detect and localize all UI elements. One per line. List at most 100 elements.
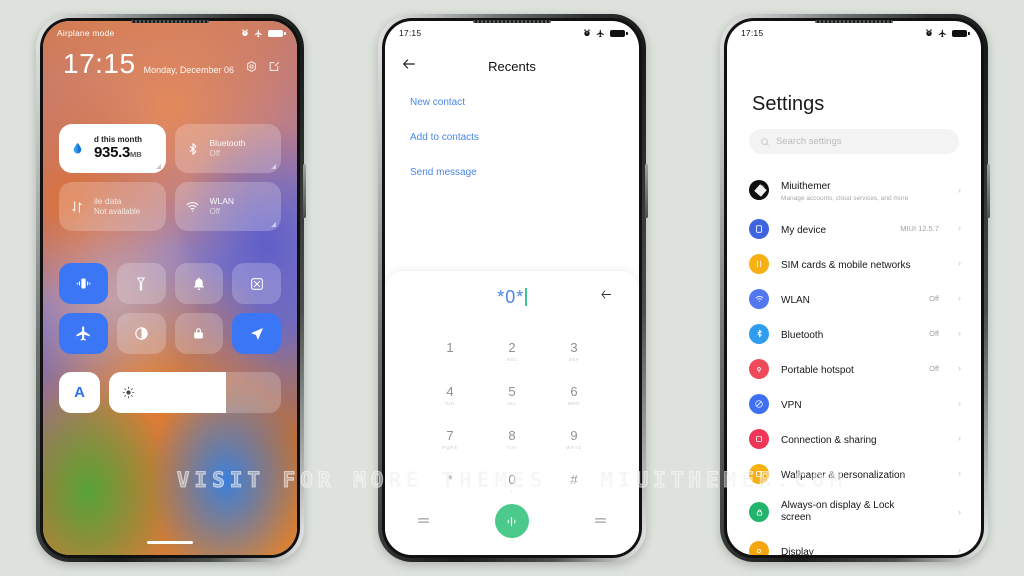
key-digit: 9 [570,427,578,443]
home-indicator[interactable] [147,541,193,544]
key-letters: GHI [445,400,455,406]
menu-icon [418,518,430,523]
settings-row-wallpaper[interactable]: Wallpaper & personalization › [727,456,981,491]
settings-row-main: Always-on display & Lock screen [781,500,927,525]
key-digit: 5 [508,383,516,399]
phone-3-settings: 17:15 Settings Search settings Miuitheme… [720,14,990,562]
settings-row-display[interactable]: Display › [727,533,981,555]
chevron-right-icon: › [958,545,961,555]
key-2[interactable]: 2 ABC [481,329,543,373]
back-button[interactable] [401,56,417,77]
settings-row-label: Wallpaper & personalization [781,469,906,481]
status-icons-3 [925,29,970,38]
lock-icon [194,328,204,339]
earpiece-speaker [815,20,893,23]
settings-row-account[interactable]: Miuithemer Manage accounts, cloud servic… [727,169,981,211]
brightness-row: A [59,372,281,413]
settings-row-value: MIUI 12.5.7 [900,224,939,233]
menu-icon-left[interactable] [417,512,430,530]
settings-row-wlan[interactable]: WLAN Off › [727,281,981,316]
dialpad-keys: 1 2 ABC 3 DEF 4 GHI 5 JKL 6 MNO 7 PQRS 8 TUV 9W… [385,323,639,505]
brightness-slider[interactable] [109,372,281,413]
bluetooth-card-title: Bluetooth [209,138,246,149]
key-1[interactable]: 1 [419,329,481,373]
edit-icon[interactable] [268,60,281,73]
card-data-usage[interactable]: d this month 935.3MB [59,124,166,173]
toggle-dark-mode[interactable] [116,313,166,354]
power-button[interactable] [987,164,990,218]
toggle-lock[interactable] [174,313,224,354]
toggle-airplane[interactable] [59,313,108,354]
card-bluetooth[interactable]: Bluetooth Off [174,124,281,173]
settings-row-main: Wallpaper & personalization [781,465,927,483]
control-center: 17:15 Monday, December 06 d this month 9… [43,21,297,555]
key-6[interactable]: 6 MNO [543,373,605,417]
toggle-location[interactable] [232,313,281,354]
toggle-vibrate[interactable] [59,263,108,304]
key-digit: 6 [570,383,578,399]
page-title: Recents [488,58,536,74]
key-4[interactable]: 4 GHI [419,373,481,417]
power-button[interactable] [645,164,648,218]
recents-header: Recents [385,49,639,83]
screenshot-icon [250,277,263,290]
key-digit: 8 [508,427,516,443]
settings-row-hotspot[interactable]: Portable hotspot Off › [727,351,981,386]
expand-corner-icon[interactable] [271,164,276,169]
key-7[interactable]: 7 PQRS [419,417,481,461]
settings-row-label: Connection & sharing [781,434,877,446]
earpiece-speaker [473,20,551,23]
search-input[interactable]: Search settings [749,129,959,154]
key-5[interactable]: 5 JKL [481,373,543,417]
auto-brightness-button[interactable]: A [59,372,100,413]
settings-row-value: Off [929,294,939,303]
link-add-to-contacts[interactable]: Add to contacts [410,132,623,143]
phone-1-bezel: Airplane mode 17:15 Monday, December 06 [40,18,300,558]
backspace-button[interactable] [599,288,613,307]
settings-row-main: Connection & sharing [781,430,927,448]
power-button[interactable] [303,164,306,218]
settings-row-label: Bluetooth [781,329,824,341]
settings-row-aod-lockscreen[interactable]: Always-on display & Lock screen › [727,491,981,533]
toggle-ring[interactable] [174,263,224,304]
toggle-flashlight[interactable] [116,263,166,304]
menu-icon-right[interactable] [594,512,607,530]
settings-row-my-device[interactable]: My device MIUI 12.5.7 › [727,211,981,246]
key-3[interactable]: 3 DEF [543,329,605,373]
expand-corner-icon[interactable] [271,222,276,227]
card-wlan[interactable]: WLAN Off [174,182,281,231]
settings-row-bluetooth[interactable]: Bluetooth Off › [727,316,981,351]
chevron-right-icon: › [958,468,961,478]
expand-corner-icon[interactable] [155,164,161,169]
key-9[interactable]: 9 WXYZ [543,417,605,461]
status-time-2: 17:15 [399,28,422,38]
call-button[interactable] [494,504,529,538]
status-bar-1: Airplane mode [43,21,297,45]
settings-gear-icon[interactable] [245,60,258,73]
key-digit: 2 [508,339,516,355]
data-card-value: 935.3 [94,143,131,161]
phone-3-bezel: 17:15 Settings Search settings Miuitheme… [724,18,984,558]
settings-row-connection-sharing[interactable]: Connection & sharing › [727,421,981,456]
settings-row-main: Bluetooth [781,325,917,343]
dialed-number[interactable]: *0* [497,287,527,308]
phone-2-screen: 17:15 Recents New contact Add to contact… [385,21,639,555]
aod-icon [749,502,769,522]
key-8[interactable]: 8 TUV [481,417,543,461]
account-avatar [749,180,769,200]
settings-row-vpn[interactable]: VPN › [727,386,981,421]
link-new-contact[interactable]: New contact [410,97,623,108]
sim-icon [749,253,769,274]
dialpad-bottom-bar [385,499,639,543]
display-icon [749,540,769,555]
card-mobile-data[interactable]: ile data Not available [59,182,166,231]
vpn-icon [749,393,769,414]
key-digit: 0 [508,471,516,487]
settings-row-sim-cards[interactable]: SIM cards & mobile networks › [727,246,981,281]
battery-icon [610,29,628,37]
key-letters: TUV [506,444,518,450]
link-send-message[interactable]: Send message [410,167,623,178]
flashlight-icon [137,276,145,291]
toggle-screenshot[interactable] [232,263,281,304]
key-letters: MNO [567,400,581,406]
